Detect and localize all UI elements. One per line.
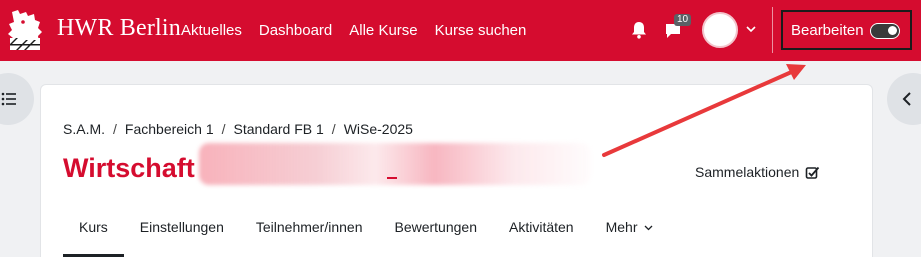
breadcrumb-separator: / [113, 121, 117, 137]
tab-teilnehmer[interactable]: Teilnehmer/innen [240, 217, 379, 257]
top-navbar: HWR Berlin Aktuelles Dashboard Alle Kurs… [0, 0, 921, 61]
nav-link-alle-kurse[interactable]: Alle Kurse [349, 22, 417, 39]
bear-logo-icon [8, 10, 42, 50]
redacted-title-underscore [387, 177, 397, 179]
primary-navigation: Aktuelles Dashboard Alle Kurse Kurse suc… [181, 0, 543, 61]
nav-link-kurse-suchen[interactable]: Kurse suchen [435, 22, 527, 39]
bell-icon[interactable] [630, 20, 648, 40]
tab-mehr[interactable]: Mehr [590, 217, 670, 257]
brand-name: HWR Berlin [57, 15, 181, 41]
edit-mode-toggle[interactable]: Bearbeiten [781, 10, 912, 50]
chevron-down-icon [644, 225, 653, 231]
tab-aktivitaeten[interactable]: Aktivitäten [493, 217, 590, 257]
annotation-arrow-icon [602, 64, 806, 157]
breadcrumb-item[interactable]: WiSe-2025 [344, 121, 413, 137]
nav-link-dashboard[interactable]: Dashboard [259, 22, 332, 39]
bulk-actions-label: Sammelaktionen [695, 164, 800, 180]
tab-kurs[interactable]: Kurs [63, 217, 124, 257]
breadcrumb-item[interactable]: S.A.M. [63, 121, 105, 137]
secondary-navigation: Kurs Einstellungen Teilnehmer/innen Bewe… [63, 217, 669, 257]
breadcrumb-item[interactable]: Fachbereich 1 [125, 121, 214, 137]
tab-mehr-label: Mehr [605, 219, 638, 235]
open-course-index-button[interactable] [0, 73, 34, 125]
edit-mode-label: Bearbeiten [791, 21, 864, 39]
toggle-icon[interactable] [870, 23, 900, 39]
navbar-divider [772, 7, 773, 53]
chevron-left-icon [902, 92, 911, 106]
bulk-actions-button[interactable]: Sammelaktionen [695, 164, 820, 180]
user-avatar[interactable] [702, 12, 738, 48]
bulk-edit-icon [805, 166, 820, 179]
nav-link-aktuelles[interactable]: Aktuelles [181, 22, 242, 39]
list-icon [1, 92, 16, 106]
open-block-drawer-button[interactable] [887, 73, 921, 125]
breadcrumb: S.A.M. / Fachbereich 1 / Standard FB 1 /… [63, 121, 413, 137]
message-count-badge: 10 [674, 14, 692, 26]
toggle-knob [888, 26, 897, 35]
tab-bewertungen[interactable]: Bewertungen [378, 217, 493, 257]
tab-einstellungen[interactable]: Einstellungen [124, 217, 240, 257]
breadcrumb-item[interactable]: Standard FB 1 [234, 121, 324, 137]
breadcrumb-separator: / [221, 121, 226, 137]
page-title: Wirtschaft [63, 153, 195, 183]
chevron-down-icon[interactable] [746, 25, 756, 33]
breadcrumb-separator: / [331, 121, 336, 137]
